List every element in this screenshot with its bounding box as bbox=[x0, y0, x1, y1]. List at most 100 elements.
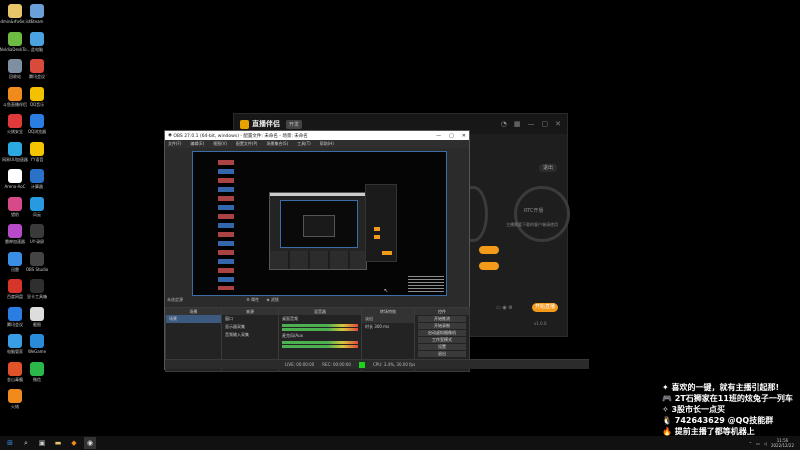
taskbar: ⊞ ⌕ ▣ ▬ ◆ ◉ ⌃ ▭ ◁ 11:56 2022/12/22 bbox=[0, 436, 800, 450]
desktop-icon[interactable]: 计算器 bbox=[20, 169, 54, 189]
studio-mode-button[interactable]: 工作室模式 bbox=[418, 337, 466, 343]
volume-icon[interactable]: ◁ bbox=[764, 441, 767, 446]
file-explorer-icon[interactable]: ▬ bbox=[52, 437, 64, 449]
filters-icon[interactable]: ◈ bbox=[266, 297, 269, 302]
helper-title: 直播伴侣 bbox=[252, 120, 280, 128]
transition-duration[interactable]: 时长 300 ms bbox=[362, 323, 414, 331]
preview-overlay-text bbox=[408, 276, 444, 292]
helper-version: v1.0.0 bbox=[534, 321, 547, 326]
minimize-icon[interactable]: — bbox=[436, 133, 441, 139]
settings-button[interactable]: 设置 bbox=[418, 344, 466, 350]
obs-menu-item[interactable]: 配置文件(P) bbox=[236, 141, 258, 147]
app-icon bbox=[30, 306, 44, 321]
obs-window[interactable]: ◉ OBS 27.0.1 (64-bit, windows) - 配置文件: 未… bbox=[164, 130, 589, 372]
desktop-icon[interactable]: 显卡工具箱 bbox=[20, 279, 54, 299]
obs-menu-item[interactable]: 帮助(H) bbox=[320, 141, 334, 147]
overlay-line: ✧ 3股市长一点买 bbox=[662, 405, 726, 414]
scenes-dock-title: 场景 bbox=[166, 308, 221, 315]
helper-window-controls: ◔ ▦ — ▢ ✕ bbox=[501, 120, 561, 128]
app-icon bbox=[30, 224, 44, 238]
desktop-icon[interactable]: 截图 bbox=[20, 306, 54, 327]
obs-menu-item[interactable]: 编辑(E) bbox=[190, 141, 204, 147]
scene-item[interactable]: 场景 bbox=[166, 315, 221, 323]
properties-icon[interactable]: ⚙ bbox=[246, 297, 250, 302]
desktop-icon-label: 火绒 bbox=[11, 404, 19, 409]
desktop-icon[interactable]: UY-录屏 bbox=[20, 224, 54, 244]
transition-select[interactable]: 淡出 bbox=[362, 315, 414, 323]
exit-button[interactable]: 退出 bbox=[418, 351, 466, 357]
app-icon bbox=[30, 4, 44, 18]
desktop-icon[interactable]: QQ浏览器 bbox=[20, 114, 54, 134]
filters-button[interactable]: 滤镜 bbox=[271, 297, 279, 302]
obs-menu-item[interactable]: 工具(T) bbox=[297, 141, 311, 147]
properties-button[interactable]: 属性 bbox=[251, 297, 259, 302]
helper-footer-icons: ▭ ◉ ⚙ bbox=[496, 305, 513, 311]
desktop-icon[interactable]: OBS Studio bbox=[20, 251, 54, 272]
taskbar-app-icon[interactable]: ◆ bbox=[68, 437, 80, 449]
rtc-start-circle[interactable] bbox=[514, 186, 570, 242]
app-icon bbox=[30, 251, 44, 266]
app-icon bbox=[8, 389, 22, 403]
task-view-icon[interactable]: ▣ bbox=[36, 437, 48, 449]
obs-status-bar: LIVE: 00:00:00 REC: 00:00:00 CPU: 3.4%, … bbox=[165, 359, 589, 369]
obs-window-controls: — ▢ ✕ bbox=[436, 133, 466, 139]
helper-logo: 直播伴侣 bbox=[240, 119, 280, 129]
clock[interactable]: 11:56 2022/12/22 bbox=[771, 438, 794, 448]
windows-start-icon[interactable]: ⊞ bbox=[4, 437, 16, 449]
desktop-icon[interactable]: Steam bbox=[20, 4, 54, 24]
desktop-icon[interactable]: WeGame bbox=[20, 334, 54, 354]
mouse-cursor-icon: ↖ bbox=[384, 288, 389, 294]
desktop-icon-label: 计算器 bbox=[31, 184, 43, 189]
desktop-icon[interactable]: 微信 bbox=[20, 361, 54, 382]
helper-orange-button-2[interactable] bbox=[479, 262, 499, 270]
start-recording-button[interactable]: 开始录制 bbox=[418, 323, 466, 329]
transitions-dock-title: 转场特效 bbox=[362, 308, 414, 315]
source-item[interactable]: 窗口 bbox=[222, 315, 278, 323]
maximize-icon[interactable]: ▢ bbox=[542, 120, 549, 128]
system-tray: ⌃ ▭ ◁ 11:56 2022/12/22 bbox=[749, 438, 800, 448]
obs-preview[interactable]: ↖ bbox=[192, 151, 447, 296]
desktop-icon[interactable]: 火绒 bbox=[0, 389, 32, 409]
obs-menu-item[interactable]: 场景集合(S) bbox=[266, 141, 288, 147]
obs-menu-item[interactable]: 视图(V) bbox=[213, 141, 227, 147]
obs-title-bar[interactable]: ◉ OBS 27.0.1 (64-bit, windows) - 配置文件: 未… bbox=[165, 131, 469, 140]
close-icon[interactable]: ✕ bbox=[555, 120, 561, 128]
source-item[interactable]: 显示器采集 bbox=[222, 323, 278, 331]
obs-menu-item[interactable]: 文件(F) bbox=[168, 141, 181, 147]
network-icon[interactable]: ▭ bbox=[756, 441, 760, 446]
mixer-dock-title: 混音器 bbox=[279, 308, 361, 315]
minimize-icon[interactable]: — bbox=[528, 120, 535, 128]
mixer-channel-label: 桌面音频 bbox=[282, 316, 298, 321]
app-icon bbox=[30, 169, 44, 183]
search-icon[interactable]: ⌕ bbox=[20, 437, 32, 449]
app-icon bbox=[30, 361, 44, 376]
source-item[interactable]: 音频输入采集 bbox=[222, 331, 278, 339]
desktop-icon[interactable]: 腾讯会议 bbox=[20, 59, 54, 79]
desktop-icon[interactable]: QQ音乐 bbox=[20, 86, 54, 107]
app-icon bbox=[30, 114, 44, 128]
start-streaming-button[interactable]: 开始推流 bbox=[418, 316, 466, 322]
tray-up-icon[interactable]: ⌃ bbox=[749, 441, 752, 446]
helper-logo-icon bbox=[240, 119, 249, 129]
helper-exit-button[interactable]: 退出 bbox=[539, 164, 557, 172]
desktop-icon-label: UY-录屏 bbox=[29, 239, 45, 244]
start-live-button[interactable]: 开始直播 bbox=[532, 303, 558, 312]
desktop-icon[interactable]: 风云 bbox=[20, 196, 54, 217]
preview-desktop-icons bbox=[218, 160, 234, 290]
desktop-icon-label: 腾讯会议 bbox=[29, 74, 45, 79]
desktop-icon[interactable]: YY语音 bbox=[20, 141, 54, 162]
helper-badge: 开发 bbox=[286, 119, 303, 129]
mixer-meter bbox=[282, 328, 358, 331]
virtual-camera-button[interactable]: 启动虚拟摄像机 bbox=[418, 330, 466, 336]
settings-icon[interactable]: ▦ bbox=[514, 120, 521, 128]
maximize-icon[interactable]: ▢ bbox=[449, 133, 454, 139]
desktop-icon[interactable]: 此电脑 bbox=[20, 31, 54, 52]
obs-taskbar-icon[interactable]: ◉ bbox=[84, 437, 96, 449]
desktop: admin&#x6e;istr...SteamNvIdiaDeskTo...此电… bbox=[0, 0, 800, 450]
preview-nested-helper bbox=[365, 184, 397, 262]
bell-icon[interactable]: ◔ bbox=[501, 120, 507, 128]
overlay-line: 🐧 742643629 @QQ技能群 bbox=[662, 416, 774, 425]
helper-orange-button-1[interactable] bbox=[479, 246, 499, 254]
close-icon[interactable]: ✕ bbox=[462, 133, 466, 139]
overlay-line: ✦ 喜欢的一键，就有主播引起那! bbox=[662, 383, 780, 392]
